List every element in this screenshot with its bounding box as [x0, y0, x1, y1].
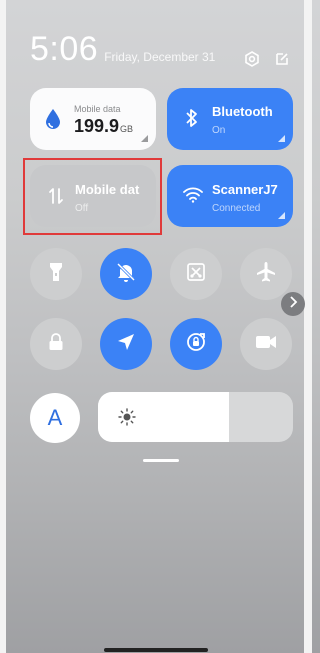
mobile-data-usage-tile[interactable]: Mobile data 199.9 GB [30, 88, 156, 150]
bluetooth-label: Bluetooth [212, 104, 273, 119]
water-drop-icon [44, 108, 62, 135]
expand-corner-icon [141, 135, 148, 142]
airplane-icon [255, 261, 277, 288]
lock-icon [48, 332, 64, 356]
mobile-data-usage-value: 199.9 [74, 116, 120, 136]
bluetooth-tile[interactable]: Bluetooth On [167, 88, 293, 150]
lock-screen-toggle[interactable] [30, 318, 82, 370]
mobile-data-usage-unit: GB [120, 124, 134, 134]
font-size-button[interactable]: A [30, 393, 80, 443]
mobile-data-usage-label: Mobile data [74, 104, 121, 114]
video-camera-icon [255, 334, 277, 355]
wifi-status: Connected [212, 203, 261, 214]
screenshot-toggle[interactable] [170, 248, 222, 300]
next-page-button[interactable] [281, 292, 305, 316]
mute-toggle[interactable] [100, 248, 152, 300]
font-size-label: A [47, 405, 63, 430]
bluetooth-icon [185, 108, 199, 133]
auto-rotate-toggle[interactable] [170, 318, 222, 370]
screenshot-icon [186, 262, 206, 287]
selection-highlight [23, 158, 162, 235]
flashlight-toggle[interactable] [30, 248, 82, 300]
auto-rotate-icon [185, 331, 207, 358]
wifi-icon [183, 187, 203, 208]
screen-left-edge [0, 0, 6, 653]
brightness-sun-icon [118, 408, 136, 431]
edit-icon[interactable] [273, 50, 291, 68]
airplane-mode-toggle[interactable] [240, 248, 292, 300]
location-icon [117, 333, 135, 356]
panel-drag-handle[interactable] [143, 459, 179, 462]
wifi-tile[interactable]: ScannerJ7 Connected [167, 165, 293, 227]
chevron-right-icon [288, 295, 298, 313]
header: 5:06 Friday, December 31 [30, 30, 215, 68]
expand-corner-icon [278, 212, 285, 219]
clock: 5:06 [30, 30, 99, 68]
expand-corner-icon [278, 135, 285, 142]
screen-right-edge [304, 0, 312, 653]
screen-recorder-toggle[interactable] [240, 318, 292, 370]
settings-icon[interactable] [243, 50, 261, 68]
bluetooth-status: On [212, 125, 226, 136]
wifi-network-name: ScannerJ7 [212, 182, 278, 197]
home-indicator[interactable] [104, 648, 208, 652]
flashlight-icon [49, 262, 63, 287]
brightness-slider[interactable] [98, 392, 293, 442]
location-toggle[interactable] [100, 318, 152, 370]
date: Friday, December 31 [104, 50, 216, 64]
mute-bell-icon [115, 261, 137, 288]
